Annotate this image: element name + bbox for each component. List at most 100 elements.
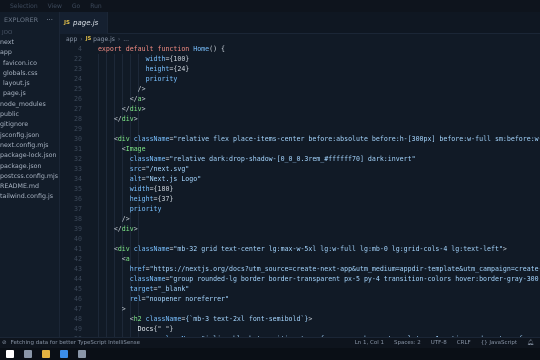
code-line[interactable]: 30 <div className="relative flex place-i… xyxy=(60,134,540,144)
explorer-sidebar: EXPLORER ··· JOO next app favicon.ico globa… xyxy=(0,12,60,337)
file-tree-item[interactable]: layout.js xyxy=(0,79,59,89)
code-token: width xyxy=(129,185,150,193)
code-line[interactable]: 42 <a xyxy=(60,254,540,264)
menu-view[interactable]: View xyxy=(48,3,62,10)
code-token: src xyxy=(129,165,142,173)
code-line[interactable]: 31 <Image xyxy=(60,144,540,154)
code-line[interactable]: 46 rel="noopener noreferrer" xyxy=(60,294,540,304)
code-line[interactable]: 41 <div className="mb-32 grid text-cente… xyxy=(60,244,540,254)
code-token: {" "} xyxy=(153,325,174,333)
code-line[interactable]: 36 height={37} xyxy=(60,194,540,204)
file-tree-item[interactable]: page.js xyxy=(0,89,59,99)
code-token: "/next.svg" xyxy=(145,165,190,173)
code-line[interactable]: 35 width={180} xyxy=(60,184,540,194)
line-number: 43 xyxy=(74,265,82,273)
code-line[interactable]: 37 priority xyxy=(60,204,540,214)
file-tree-item[interactable]: app xyxy=(0,48,59,58)
tab-page-js[interactable]: JS page.js xyxy=(60,12,108,34)
ellipsis-icon[interactable]: ··· xyxy=(46,16,53,24)
code-line[interactable]: 23 height={24} xyxy=(60,64,540,74)
status-item[interactable]: UTF-8 xyxy=(431,340,447,346)
code-token: rel xyxy=(129,295,142,303)
file-tree-item[interactable]: jsconfig.json xyxy=(0,131,59,141)
code-token: </ xyxy=(113,225,122,233)
code-line[interactable]: 49 Docs{" "} xyxy=(60,324,540,334)
line-number: 24 xyxy=(74,75,82,83)
code-line[interactable]: 47 > xyxy=(60,304,540,314)
code-text: /> xyxy=(90,215,130,223)
code-token: href xyxy=(129,265,146,273)
code-line[interactable]: 25 /> xyxy=(60,84,540,94)
code-token: /> xyxy=(137,85,146,93)
line-number: 35 xyxy=(74,185,82,193)
code-line[interactable]: 28 </div> xyxy=(60,114,540,124)
menu-selection[interactable]: Selection xyxy=(10,3,38,10)
breadcrumb-folder[interactable]: app xyxy=(66,36,77,43)
editor-tabs: JS page.js xyxy=(60,12,540,34)
explorer-section[interactable]: JOO xyxy=(0,28,59,38)
code-line[interactable]: 24 priority xyxy=(60,74,540,84)
file-tree-item[interactable]: README.md xyxy=(0,182,59,192)
js-file-icon: JS xyxy=(64,20,71,26)
file-tree-item[interactable]: package.json xyxy=(0,162,59,172)
code-line[interactable]: 29 xyxy=(60,124,540,134)
status-item[interactable]: Spaces: 2 xyxy=(394,340,421,346)
code-line[interactable]: 33 src="/next.svg" xyxy=(60,164,540,174)
line-number: 27 xyxy=(74,105,82,113)
remote-icon[interactable]: ⊘ xyxy=(2,340,7,346)
file-tree-item[interactable]: next.config.mjs xyxy=(0,141,59,151)
search-icon[interactable] xyxy=(24,350,32,358)
file-explorer-icon[interactable] xyxy=(42,350,50,358)
line-number: 30 xyxy=(74,135,82,143)
code-text: > xyxy=(90,305,126,313)
file-tree-item[interactable]: favicon.ico xyxy=(0,59,59,69)
breadcrumb-file[interactable]: page.js xyxy=(93,36,115,43)
code-token: "https://nextjs.org/docs?utm_source=crea… xyxy=(149,265,540,273)
file-tree-item[interactable]: next xyxy=(0,38,59,48)
file-tree-item[interactable]: gitignore xyxy=(0,120,59,130)
file-tree-item[interactable]: tailwind.config.js xyxy=(0,192,59,202)
menu-go[interactable]: Go xyxy=(72,3,80,10)
file-tree-item[interactable]: globals.css xyxy=(0,69,59,79)
code-line[interactable]: 45 target="_blank" xyxy=(60,284,540,294)
code-line[interactable]: 22 width={100} xyxy=(60,54,540,64)
code-editor[interactable]: 4 export default function Home() {22 wid… xyxy=(60,44,540,337)
line-number: 45 xyxy=(74,285,82,293)
breadcrumb-symbol[interactable]: ... xyxy=(123,36,129,43)
file-tree-item[interactable]: postcss.config.mjs xyxy=(0,172,59,182)
file-tree-item[interactable]: public xyxy=(0,110,59,120)
code-token: "noopener noreferrer" xyxy=(145,295,229,303)
code-line[interactable]: 48 <h2 className={`mb-3 text-2xl font-se… xyxy=(60,314,540,324)
status-item[interactable]: CRLF xyxy=(457,340,471,346)
code-line[interactable]: 43 href="https://nextjs.org/docs?utm_sou… xyxy=(60,264,540,274)
code-line[interactable]: 4 export default function Home() { xyxy=(60,44,540,54)
code-line[interactable]: 38 /> xyxy=(60,214,540,224)
vscode-icon[interactable] xyxy=(60,350,68,358)
code-line[interactable]: 44 className="group rounded-lg border bo… xyxy=(60,274,540,284)
status-item[interactable]: {} JavaScript xyxy=(481,340,517,346)
code-text: /> xyxy=(90,85,146,93)
code-token: priority xyxy=(145,75,178,83)
status-item[interactable]: Ln 1, Col 1 xyxy=(355,340,384,346)
bell-icon[interactable]: 🔔︎ xyxy=(527,340,534,346)
code-line[interactable]: 39 </div> xyxy=(60,224,540,234)
code-token: </ xyxy=(129,95,138,103)
code-token: className xyxy=(129,155,166,163)
code-line[interactable]: 27 </div> xyxy=(60,104,540,114)
code-line[interactable]: 32 className="relative dark:drop-shadow-… xyxy=(60,154,540,164)
file-tree-item[interactable]: package-lock.json xyxy=(0,151,59,161)
code-token: () { xyxy=(209,45,226,53)
code-text: priority xyxy=(90,75,178,83)
code-line[interactable]: 34 alt="Next.js Logo" xyxy=(60,174,540,184)
code-line[interactable]: 40 xyxy=(60,234,540,244)
taskbar xyxy=(0,348,540,360)
code-text: width={100} xyxy=(90,55,190,63)
code-line[interactable]: 26 </a> xyxy=(60,94,540,104)
menu-run[interactable]: Run xyxy=(90,3,102,10)
file-tree-item[interactable]: node_modules xyxy=(0,100,59,110)
line-number: 22 xyxy=(74,55,82,63)
code-token: Home xyxy=(193,45,210,53)
start-icon[interactable] xyxy=(6,350,14,358)
terminal-icon[interactable] xyxy=(78,350,86,358)
code-text: <Image xyxy=(90,145,146,153)
